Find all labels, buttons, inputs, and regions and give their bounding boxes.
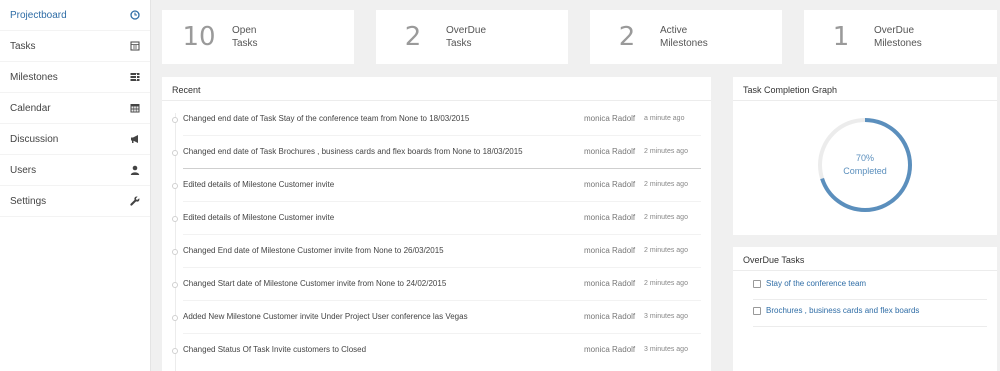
- activity-row: Edited details of Milestone Customer inv…: [162, 169, 711, 202]
- activity-description: Changed Status Of Task Invite customers …: [183, 345, 367, 354]
- stat-label: Open Tasks: [232, 24, 258, 50]
- activity-row: Changed Status Of Task Invite customers …: [162, 334, 711, 367]
- sidebar-item-projectboard[interactable]: Projectboard: [0, 0, 150, 31]
- stat-value: 2: [618, 22, 636, 52]
- stat-label-line1: OverDue: [874, 25, 915, 36]
- activity-description: Changed End date of Milestone Customer i…: [183, 246, 444, 255]
- activity-description: Edited details of Milestone Customer inv…: [183, 180, 335, 189]
- task-link[interactable]: Brochures , business cards and flex boar…: [766, 306, 919, 315]
- list-icon: [130, 72, 140, 82]
- stat-label: OverDue Milestones: [874, 24, 922, 50]
- activity-time: 2 minutes ago: [644, 214, 688, 221]
- activity-row: Changed end date of Task Brochures , bus…: [162, 136, 711, 169]
- stat-label-line2: Tasks: [446, 38, 472, 49]
- stat-label-line2: Milestones: [874, 38, 922, 49]
- stat-label-line2: Tasks: [232, 38, 258, 49]
- activity-row: Edited details of Milestone Customer inv…: [162, 202, 711, 235]
- activity-user: monica Radolf: [584, 147, 636, 156]
- activity-description: Changed end date of Task Brochures , bus…: [183, 147, 523, 156]
- timeline-dot: [172, 348, 178, 354]
- timeline-dot: [172, 249, 178, 255]
- recent-title: Recent: [162, 77, 711, 101]
- clock-icon: [130, 10, 140, 20]
- activity-user: monica Radolf: [584, 345, 636, 354]
- wrench-icon: [130, 196, 140, 206]
- sidebar-item-label: Users: [10, 164, 37, 176]
- task-completion-panel: Task Completion Graph 70% Completed: [733, 77, 997, 235]
- timeline-dot: [172, 183, 178, 189]
- overdue-tasks-title: OverDue Tasks: [733, 247, 997, 271]
- activity-time: a minute ago: [644, 115, 685, 122]
- stat-value: 2: [404, 22, 422, 52]
- activity-time: 2 minutes ago: [644, 181, 688, 188]
- sidebar-item-calendar[interactable]: Calendar: [0, 93, 150, 124]
- megaphone-icon: [130, 134, 140, 144]
- timeline-dot: [172, 150, 178, 156]
- stat-card-open-tasks[interactable]: 10 Open Tasks: [162, 10, 354, 64]
- stat-label-line1: OverDue: [446, 25, 487, 36]
- overdue-task-item: Brochures , business cards and flex boar…: [753, 301, 987, 327]
- user-icon: [130, 165, 140, 175]
- calendar-grid-icon: [130, 41, 140, 51]
- activity-user: monica Radolf: [584, 246, 636, 255]
- task-checkbox[interactable]: [753, 280, 761, 288]
- activity-user: monica Radolf: [584, 180, 636, 189]
- sidebar-item-label: Tasks: [10, 40, 36, 52]
- activity-description: Added New Milestone Customer invite Unde…: [183, 312, 468, 321]
- timeline-dot: [172, 315, 178, 321]
- activity-row: Changed Start date of Milestone Customer…: [162, 268, 711, 301]
- overdue-tasks-panel: OverDue Tasks Stay of the conference tea…: [733, 247, 997, 371]
- sidebar-item-milestones[interactable]: Milestones: [0, 62, 150, 93]
- overdue-task-item: Stay of the conference team: [753, 274, 987, 300]
- stat-value: 10: [182, 22, 216, 52]
- sidebar-item-label: Settings: [10, 195, 47, 207]
- activity-user: monica Radolf: [584, 114, 636, 123]
- activity-description: Edited details of Milestone Customer inv…: [183, 213, 335, 222]
- sidebar-item-label: Calendar: [10, 102, 51, 114]
- sidebar-item-discussion[interactable]: Discussion: [0, 124, 150, 155]
- stat-label-line1: Open: [232, 25, 257, 36]
- recent-panel: Recent Changed end date of Task Stay of …: [162, 77, 711, 371]
- sidebar-item-label: Discussion: [10, 133, 59, 145]
- activity-row: Added New Milestone Customer invite Unde…: [162, 301, 711, 334]
- stat-card-overdue-milestones[interactable]: 1 OverDue Milestones: [804, 10, 997, 64]
- stat-label-line2: Milestones: [660, 38, 708, 49]
- sidebar-item-label: Milestones: [10, 71, 58, 83]
- stat-card-active-milestones[interactable]: 2 Active Milestones: [590, 10, 782, 64]
- task-completion-title: Task Completion Graph: [733, 77, 997, 101]
- activity-description: Changed end date of Task Stay of the con…: [183, 114, 470, 123]
- timeline-dot: [172, 117, 178, 123]
- completion-status: Completed: [843, 166, 887, 176]
- timeline-dot: [172, 216, 178, 222]
- sidebar-item-tasks[interactable]: Tasks: [0, 31, 150, 62]
- stat-card-overdue-tasks[interactable]: 2 OverDue Tasks: [376, 10, 568, 64]
- timeline-dot: [172, 282, 178, 288]
- task-link[interactable]: Stay of the conference team: [766, 279, 866, 288]
- activity-description: Changed Start date of Milestone Customer…: [183, 279, 447, 288]
- stat-label-line1: Active: [660, 25, 688, 36]
- stat-value: 1: [832, 22, 850, 52]
- activity-user: monica Radolf: [584, 213, 636, 222]
- activity-time: 2 minutes ago: [644, 280, 688, 287]
- completion-percent: 70%: [855, 153, 874, 163]
- activity-time: 2 minutes ago: [644, 148, 688, 155]
- activity-time: 3 minutes ago: [644, 346, 688, 353]
- activity-row: Changed end date of Task Stay of the con…: [162, 103, 711, 136]
- activity-time: 2 minutes ago: [644, 247, 688, 254]
- activity-user: monica Radolf: [584, 312, 636, 321]
- sidebar-item-label: Projectboard: [10, 9, 67, 21]
- activity-row: Changed End date of Milestone Customer i…: [162, 235, 711, 268]
- sidebar-item-users[interactable]: Users: [0, 155, 150, 186]
- activity-time: 3 minutes ago: [644, 313, 688, 320]
- sidebar: Projectboard Tasks Milestones Calendar D…: [0, 0, 151, 371]
- stat-label: Active Milestones: [660, 24, 708, 50]
- sidebar-item-settings[interactable]: Settings: [0, 186, 150, 217]
- completion-label: 70% Completed: [815, 115, 915, 215]
- task-checkbox[interactable]: [753, 307, 761, 315]
- activity-user: monica Radolf: [584, 279, 636, 288]
- stat-label: OverDue Tasks: [446, 24, 486, 50]
- calendar-icon: [130, 103, 140, 113]
